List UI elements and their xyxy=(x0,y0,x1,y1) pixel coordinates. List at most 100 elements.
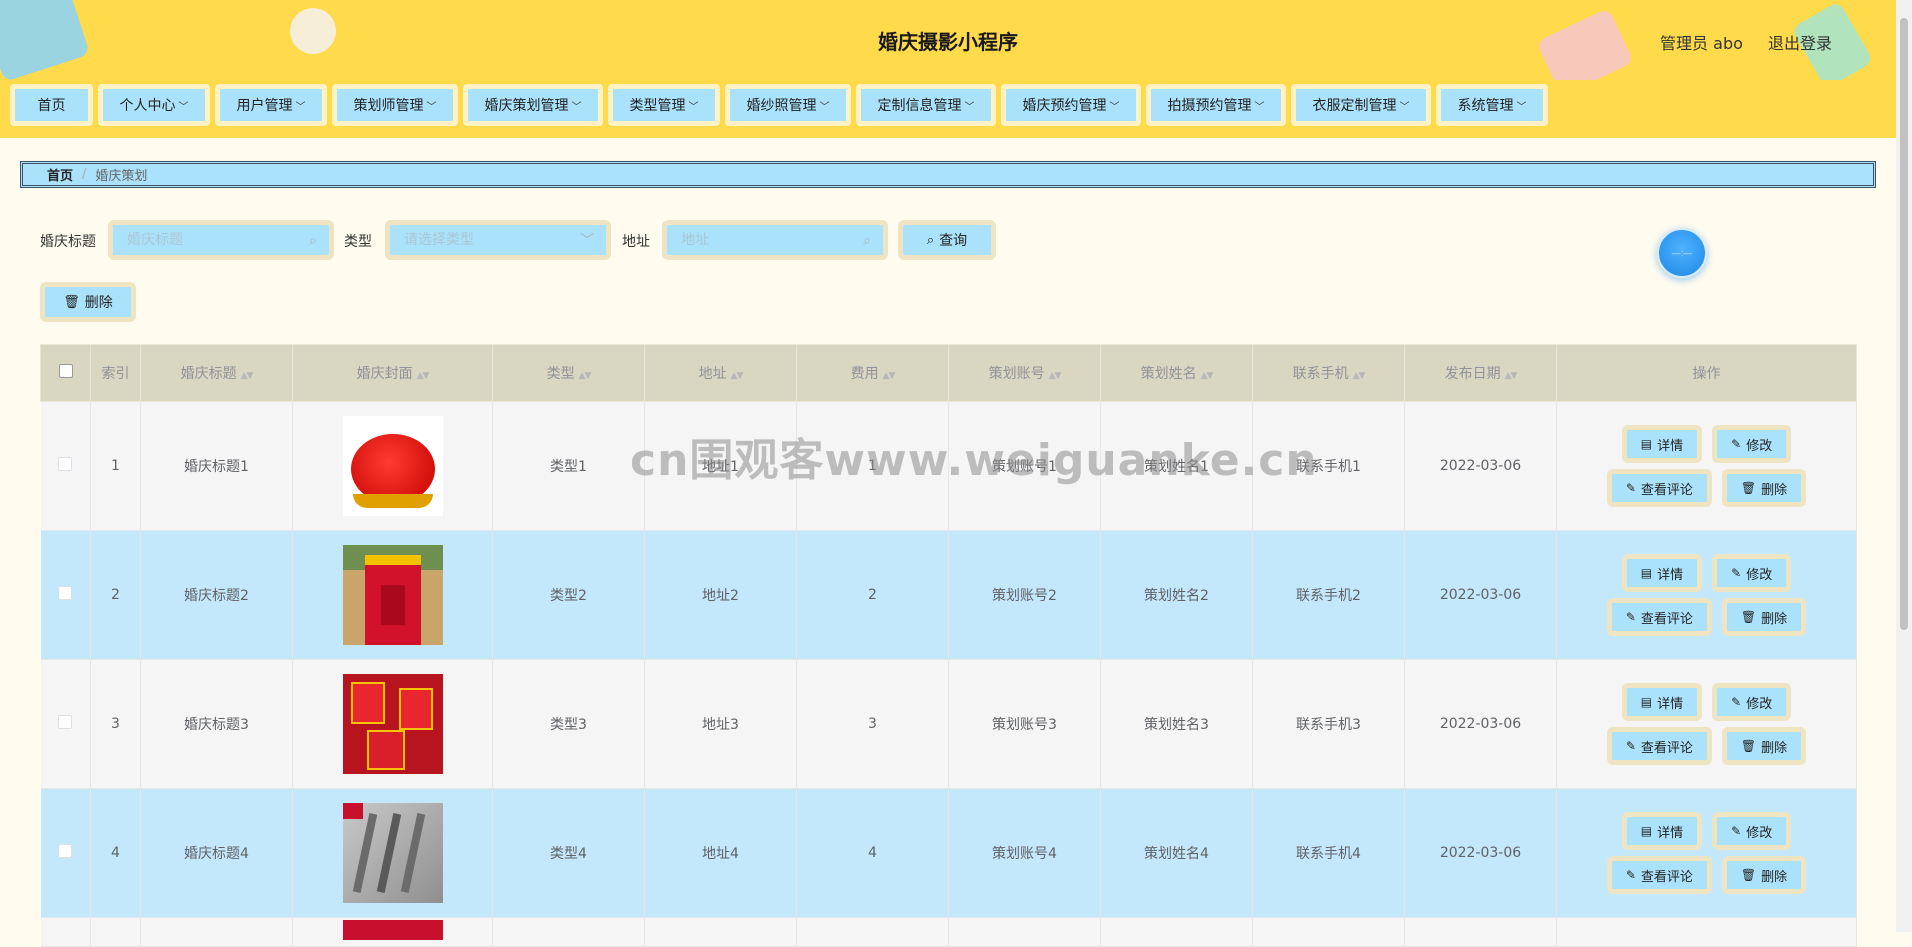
cover-image[interactable] xyxy=(342,416,443,516)
detail-button[interactable]: ▤ 详情 xyxy=(1621,425,1703,463)
chevron-down-icon: ﹀ xyxy=(1516,101,1527,113)
edit-button[interactable]: ✎ 修改 xyxy=(1712,425,1792,463)
column-header[interactable]: 地址 ▲▼ xyxy=(644,344,797,402)
cover-image[interactable] xyxy=(342,920,443,940)
page-scrollbar[interactable] xyxy=(1896,0,1912,932)
sort-icon[interactable]: ▲▼ xyxy=(883,371,896,381)
nav-label: 系统管理 xyxy=(1457,98,1514,114)
fee-cell: 3 xyxy=(796,659,949,789)
nav-item-wedding-plans[interactable]: 婚庆策划管理 ﹀ xyxy=(463,84,603,126)
detail-button[interactable]: ▤ 详情 xyxy=(1621,554,1703,592)
trash-icon: 🗑 xyxy=(1740,739,1757,753)
chevron-down-icon: ﹀ xyxy=(571,101,582,113)
row-checkbox[interactable] xyxy=(58,457,73,471)
detail-label: 详情 xyxy=(1657,696,1684,712)
nav-label: 婚纱照管理 xyxy=(746,98,817,114)
sort-icon[interactable]: ▲▼ xyxy=(1505,371,1518,381)
edit-button[interactable]: ✎ 修改 xyxy=(1712,812,1792,850)
nav-item-home[interactable]: 首页 xyxy=(10,84,93,126)
delete-label: 删除 xyxy=(1761,740,1788,756)
nav-item-wedding-booking[interactable]: 婚庆预约管理 ﹀ xyxy=(1001,84,1141,126)
name-cell: 策划姓名4 xyxy=(1100,788,1253,918)
column-header: 索引 xyxy=(90,344,141,402)
cover-image[interactable] xyxy=(342,803,443,903)
edit-button[interactable]: ✎ 修改 xyxy=(1712,554,1792,592)
delete-button[interactable]: 🗑 删除 xyxy=(1721,598,1807,636)
delete-button[interactable]: 🗑 删除 xyxy=(1721,469,1807,507)
row-checkbox[interactable] xyxy=(58,715,73,729)
chevron-down-icon: ﹀ xyxy=(426,101,437,113)
view-comments-button[interactable]: ✎ 查看评论 xyxy=(1606,469,1712,507)
sort-icon[interactable]: ▲▼ xyxy=(1049,371,1062,381)
name-cell xyxy=(1100,917,1253,947)
address-search-input[interactable] xyxy=(679,231,860,249)
nav-item-shoot-booking[interactable]: 拍摄预约管理 ﹀ xyxy=(1146,84,1286,126)
column-header[interactable]: 发布日期 ▲▼ xyxy=(1404,344,1557,402)
column-header-label: 索引 xyxy=(101,366,130,382)
logout-link[interactable]: 退出登录 xyxy=(1768,34,1832,53)
fee-cell xyxy=(796,917,949,947)
nav-item-system[interactable]: 系统管理 ﹀ xyxy=(1436,84,1548,126)
cover-image[interactable] xyxy=(342,545,443,645)
nav-item-users[interactable]: 用户管理 ﹀ xyxy=(215,84,327,126)
table-row[interactable]: 4 婚庆标题4 类型4 地址4 4 策划账号4 策划姓名4 联系手机4 2022… xyxy=(40,788,1857,918)
view-comments-button[interactable]: ✎ 查看评论 xyxy=(1606,727,1712,765)
column-header[interactable]: 策划姓名 ▲▼ xyxy=(1100,344,1253,402)
nav-item-custom-info[interactable]: 定制信息管理 ﹀ xyxy=(856,84,996,126)
nav-item-planners[interactable]: 策划师管理 ﹀ xyxy=(332,84,458,126)
column-header[interactable]: 婚庆标题 ▲▼ xyxy=(140,344,293,402)
chevron-down-icon: ﹀ xyxy=(295,101,306,113)
cover-image[interactable] xyxy=(342,674,443,774)
row-checkbox[interactable] xyxy=(58,586,73,600)
table-row[interactable]: 2 婚庆标题2 类型2 地址2 2 策划账号2 策划姓名2 联系手机2 2022… xyxy=(40,530,1857,660)
sort-icon[interactable]: ▲▼ xyxy=(579,371,592,381)
detail-button[interactable]: ▤ 详情 xyxy=(1621,812,1703,850)
floating-assistant-ball[interactable]: —:— xyxy=(1657,228,1707,278)
nav-item-personal[interactable]: 个人中心 ﹀ xyxy=(98,84,210,126)
nav-item-photos[interactable]: 婚纱照管理 ﹀ xyxy=(725,84,851,126)
edit-button[interactable]: ✎ 修改 xyxy=(1712,683,1792,721)
sort-icon[interactable]: ▲▼ xyxy=(1201,371,1214,381)
column-header[interactable]: 策划账号 ▲▼ xyxy=(948,344,1101,402)
column-header[interactable]: 联系手机 ▲▼ xyxy=(1252,344,1405,402)
phone-cell: 联系手机2 xyxy=(1252,530,1405,660)
sort-icon[interactable]: ▲▼ xyxy=(241,371,254,381)
breadcrumb-home[interactable]: 首页 xyxy=(47,165,73,184)
nav-label: 策划师管理 xyxy=(353,98,424,114)
column-header[interactable]: 类型 ▲▼ xyxy=(492,344,645,402)
sort-icon[interactable]: ▲▼ xyxy=(1353,371,1366,381)
column-header[interactable]: 费用 ▲▼ xyxy=(796,344,949,402)
type-select-input[interactable] xyxy=(402,231,576,249)
delete-button[interactable]: 🗑 删除 xyxy=(1721,727,1807,765)
table-row[interactable]: 1 婚庆标题1 类型1 地址1 1 策划账号1 策划姓名1 联系手机1 2022… xyxy=(40,401,1857,531)
fee-cell: 4 xyxy=(796,788,949,918)
query-button-label: 查询 xyxy=(939,233,968,249)
breadcrumb-current: 婚庆策划 xyxy=(95,169,148,184)
select-all-checkbox[interactable] xyxy=(58,364,73,378)
row-checkbox[interactable] xyxy=(58,844,73,858)
column-header[interactable]: 婚庆封面 ▲▼ xyxy=(292,344,493,402)
actions-cell: ▤ 详情 ✎ 修改 ✎ 查看评论 🗑 删除 xyxy=(1556,530,1857,660)
type-select[interactable]: ﹀ xyxy=(385,220,611,260)
sort-icon[interactable]: ▲▼ xyxy=(731,371,744,381)
batch-delete-button[interactable]: 🗑 删除 xyxy=(40,282,136,322)
query-button[interactable]: ⌕ 查询 xyxy=(898,220,996,260)
cover-cell xyxy=(292,917,493,947)
view-comments-button[interactable]: ✎ 查看评论 xyxy=(1606,856,1712,894)
title-search-input[interactable] xyxy=(125,231,306,249)
address-cell: 地址3 xyxy=(644,659,797,789)
index-cell: 3 xyxy=(90,659,141,789)
delete-button[interactable]: 🗑 删除 xyxy=(1721,856,1807,894)
fee-cell: 2 xyxy=(796,530,949,660)
document-icon: ▤ xyxy=(1640,437,1653,451)
nav-item-types[interactable]: 类型管理 ﹀ xyxy=(608,84,720,126)
sort-icon[interactable]: ▲▼ xyxy=(417,371,430,381)
row-select-cell xyxy=(40,788,91,918)
nav-item-clothing[interactable]: 衣服定制管理 ﹀ xyxy=(1291,84,1431,126)
scrollbar-thumb[interactable] xyxy=(1900,18,1908,630)
table-row[interactable]: 3 婚庆标题3 类型3 地址3 3 策划账号3 策划姓名3 联系手机3 2022… xyxy=(40,659,1857,789)
detail-button[interactable]: ▤ 详情 xyxy=(1621,683,1703,721)
view-comments-button[interactable]: ✎ 查看评论 xyxy=(1606,598,1712,636)
date-cell: 2022-03-06 xyxy=(1404,788,1557,918)
table-row[interactable] xyxy=(40,917,1857,947)
